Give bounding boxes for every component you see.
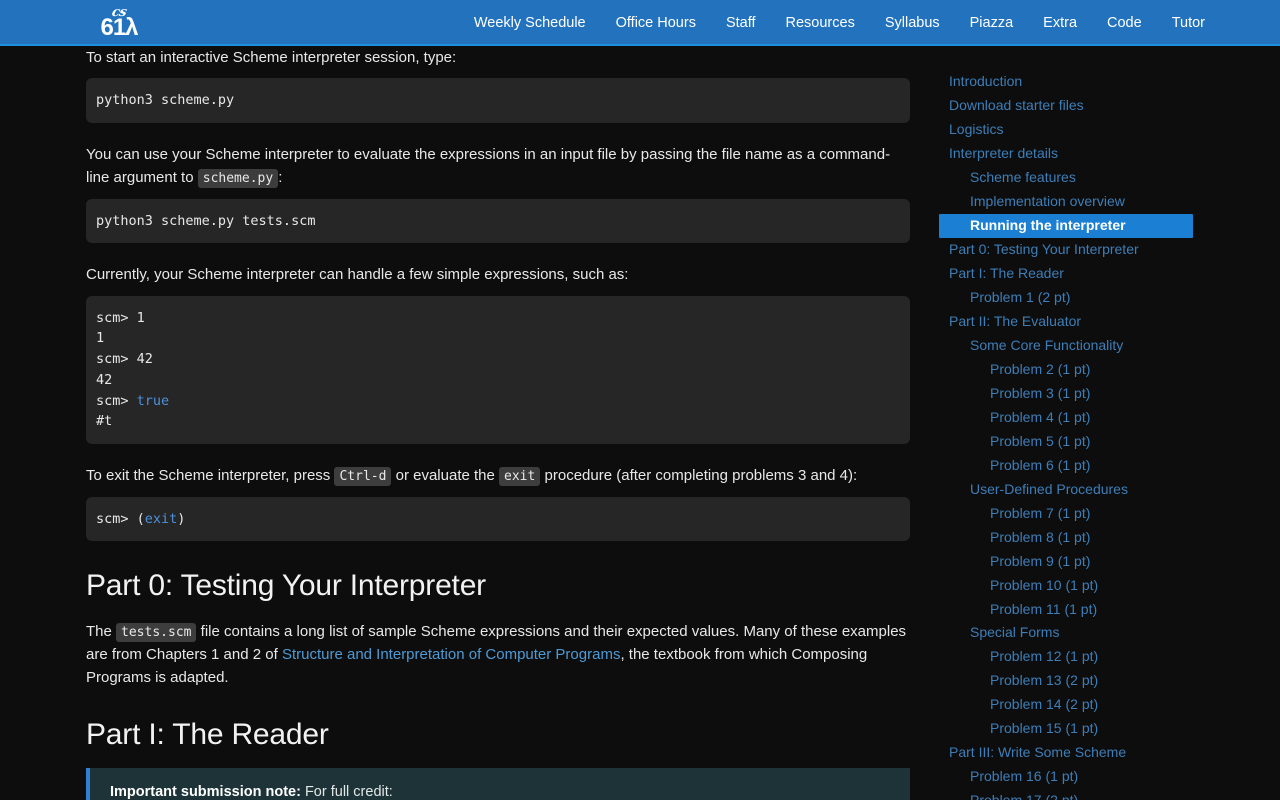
toc-item-problem-3-1-pt[interactable]: Problem 3 (1 pt) — [939, 382, 1259, 406]
toc-item-problem-9-1-pt[interactable]: Problem 9 (1 pt) — [939, 549, 1259, 573]
exit-text-3: procedure (after completing problems 3 a… — [544, 467, 858, 485]
toc-item-scheme-features[interactable]: Scheme features — [939, 166, 1259, 190]
toc-item-part-iii-write-some-scheme[interactable]: Part III: Write Some Scheme — [939, 741, 1259, 765]
toc-item-some-core-functionality[interactable]: Some Core Functionality — [939, 334, 1259, 358]
toc-item-problem-17-2-pt[interactable]: Problem 17 (2 pt) — [939, 789, 1259, 800]
part-0-paragraph: The tests.scm file contains a long list … — [86, 620, 910, 690]
nav-link-resources[interactable]: Resources — [771, 15, 870, 31]
inline-code-scheme-py: scheme.py — [197, 169, 279, 189]
toc-item-problem-13-2-pt[interactable]: Problem 13 (2 pt) — [939, 669, 1259, 693]
file-argument-paragraph: You can use your Scheme interpreter to e… — [86, 143, 910, 190]
toc-item-problem-1-2-pt[interactable]: Problem 1 (2 pt) — [939, 286, 1259, 310]
repl-output: 42 — [96, 371, 113, 388]
repl-output: 1 — [96, 330, 105, 347]
inline-code-exit: exit — [499, 467, 541, 487]
nav-link-code[interactable]: Code — [1092, 15, 1157, 31]
intro-paragraph: To start an interactive Scheme interpret… — [86, 49, 457, 66]
note-subtitle: For full credit: — [304, 784, 393, 800]
toc-item-problem-4-1-pt[interactable]: Problem 4 (1 pt) — [939, 406, 1259, 430]
nav-link-staff[interactable]: Staff — [711, 15, 771, 31]
toc-item-problem-12-1-pt[interactable]: Problem 12 (1 pt) — [939, 645, 1259, 669]
nav-link-piazza[interactable]: Piazza — [955, 15, 1029, 31]
toc-item-part-i-the-reader[interactable]: Part I: The Reader — [939, 262, 1259, 286]
toc-item-problem-8-1-pt[interactable]: Problem 8 (1 pt) — [939, 525, 1259, 549]
repl-input: true — [136, 392, 170, 409]
toc-item-problem-15-1-pt[interactable]: Problem 15 (1 pt) — [939, 717, 1259, 741]
toc-item-implementation-overview[interactable]: Implementation overview — [939, 190, 1259, 214]
site-logo[interactable]: cs 61λ — [88, 2, 150, 44]
repl-input: 42 — [136, 351, 153, 368]
top-navigation-bar: cs 61λ Weekly Schedule Office Hours Staff R… — [0, 0, 1280, 46]
repl-prompt: scm> — [96, 309, 137, 326]
toc-item-problem-14-2-pt[interactable]: Problem 14 (2 pt) — [939, 693, 1259, 717]
table-of-contents-sidebar: Introduction Download starter files Logist… — [939, 70, 1259, 800]
file-argument-text-2: : — [278, 169, 283, 187]
part0-text-1: The — [86, 622, 112, 640]
toc-item-part-0-testing-your-interpreter[interactable]: Part 0: Testing Your Interpreter — [939, 238, 1259, 262]
nav-links: Weekly Schedule Office Hours Staff Resource… — [459, 0, 1280, 46]
inline-code-tests-scm: tests.scm — [116, 622, 197, 642]
note-title: Important submission note: — [110, 784, 301, 800]
exit-paragraph: To exit the Scheme interpreter, press Ct… — [86, 464, 910, 487]
toc-item-problem-16-1-pt[interactable]: Problem 16 (1 pt) — [939, 765, 1259, 789]
toc-item-download-starter-files[interactable]: Download starter files — [939, 94, 1259, 118]
nav-link-weekly-schedule[interactable]: Weekly Schedule — [459, 15, 601, 31]
toc-item-introduction[interactable]: Introduction — [939, 70, 1259, 94]
code-block-run-with-file: python3 scheme.py tests.scm — [86, 198, 910, 244]
repl-prompt: scm> — [96, 392, 137, 409]
heading-part-1: Part I: The Reader — [86, 717, 329, 751]
exit-text-1: To exit the Scheme interpreter, press — [86, 467, 331, 485]
exit-prompt: scm> ( — [96, 510, 145, 527]
exit-paren: ) — [177, 510, 186, 527]
page-body: To start an interactive Scheme interpret… — [0, 46, 1280, 800]
code-block-run-interpreter: python3 scheme.py — [86, 78, 910, 124]
submission-note-box: Important submission note: For full cred… — [86, 768, 910, 800]
main-content: To start an interactive Scheme interpret… — [86, 46, 910, 800]
toc-item-problem-6-1-pt[interactable]: Problem 6 (1 pt) — [939, 454, 1259, 478]
repl-input: 1 — [136, 309, 145, 326]
nav-link-syllabus[interactable]: Syllabus — [870, 15, 955, 31]
inline-code-ctrl-d: Ctrl-d — [334, 467, 392, 487]
repl-output: #t — [96, 413, 113, 430]
toc-item-special-forms[interactable]: Special Forms — [939, 621, 1259, 645]
toc-item-problem-5-1-pt[interactable]: Problem 5 (1 pt) — [939, 430, 1259, 454]
nav-link-office-hours[interactable]: Office Hours — [601, 15, 711, 31]
toc-item-user-defined-procedures[interactable]: User-Defined Procedures — [939, 477, 1259, 501]
toc-item-problem-2-1-pt[interactable]: Problem 2 (1 pt) — [939, 358, 1259, 382]
nav-link-extra[interactable]: Extra — [1028, 15, 1092, 31]
simple-expressions-paragraph: Currently, your Scheme interpreter can h… — [86, 266, 629, 284]
nav-link-tutor[interactable]: Tutor — [1157, 15, 1220, 31]
repl-prompt: scm> — [96, 351, 137, 368]
exit-text-2: or evaluate the — [395, 467, 495, 485]
heading-part-0: Part 0: Testing Your Interpreter — [86, 569, 486, 603]
toc-item-interpreter-details[interactable]: Interpreter details — [939, 142, 1259, 166]
toc-item-problem-10-1-pt[interactable]: Problem 10 (1 pt) — [939, 573, 1259, 597]
code-block-repl-session: scm> 1 1 scm> 42 42 scm> true #t — [86, 295, 910, 445]
toc-item-problem-7-1-pt[interactable]: Problem 7 (1 pt) — [939, 501, 1259, 525]
toc-item-logistics[interactable]: Logistics — [939, 118, 1259, 142]
logo-cs-text: cs — [110, 5, 128, 20]
note-header-line: Important submission note: For full cred… — [110, 782, 892, 800]
link-sicp[interactable]: Structure and Interpretation of Computer… — [282, 646, 621, 663]
exit-keyword: exit — [144, 510, 178, 527]
code-block-exit-command: scm> (exit) — [86, 496, 910, 542]
toc-item-problem-11-1-pt[interactable]: Problem 11 (1 pt) — [939, 597, 1259, 621]
toc-item-running-the-interpreter[interactable]: Running the interpreter — [939, 213, 1193, 238]
toc-item-part-ii-the-evaluator[interactable]: Part II: The Evaluator — [939, 310, 1259, 334]
